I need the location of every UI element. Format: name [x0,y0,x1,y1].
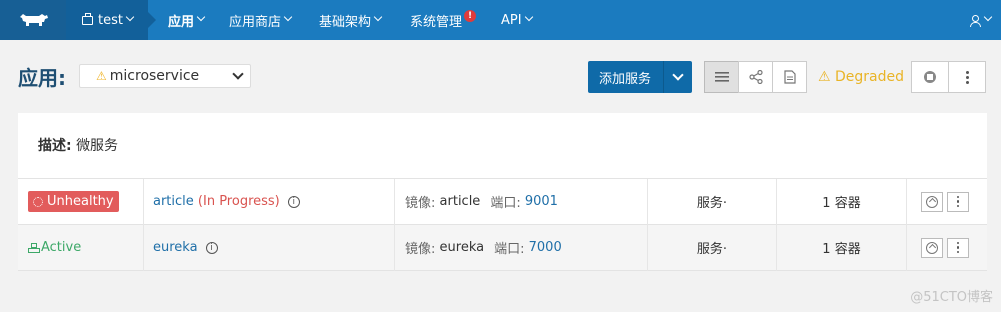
chevron-down-icon [232,68,244,80]
user-icon [970,14,981,27]
services-table: Unhealthy article (In Progress) i 镜像: ar… [18,178,987,271]
rancher-logo[interactable] [0,0,66,40]
chevron-down-icon [983,12,993,22]
more-dots-icon [956,241,960,254]
description-panel: 描述: 微服务 [18,113,987,179]
info-icon[interactable]: i [205,241,218,254]
table-row: Active eureka i 镜像: eureka 端口: 7000 服务· … [18,224,987,271]
chevron-down-icon [283,12,293,22]
upgrade-button[interactable] [921,237,943,258]
nav-item-api[interactable]: API [501,0,533,40]
list-icon [714,72,729,82]
environment-name: test [98,12,123,28]
nav-item-catalog[interactable]: 应用商店 [229,0,293,40]
upgrade-button[interactable] [921,191,943,212]
service-type: 服务· [648,178,777,225]
stack-selector[interactable]: ⚠ microservice [79,64,251,88]
stack-name: microservice [109,68,200,84]
description-label: 描述: [38,138,72,154]
port-value[interactable]: 7000 [529,240,562,255]
nav-item-apps[interactable]: 应用 [168,0,206,40]
upgrade-icon [926,195,938,208]
page-title: 应用: [18,66,66,90]
stack-state: ⚠ Degraded [818,69,905,85]
file-icon [783,70,796,84]
container-count: 1 容器 [777,224,907,271]
spinner-icon [33,196,43,207]
graph-view-button[interactable] [738,61,773,93]
nav-item-admin[interactable]: 系统管理 ! [410,0,477,40]
table-row: Unhealthy article (In Progress) i 镜像: ar… [18,178,987,225]
watermark: @51CTO博客 [910,290,993,305]
service-type: 服务· [648,224,777,271]
environment-switcher[interactable]: test [66,0,156,40]
user-menu[interactable] [970,0,993,40]
service-name-link[interactable]: article [153,194,194,209]
status-badge: Active [28,240,81,255]
briefcase-icon [82,12,93,25]
image-value: eureka [439,240,485,255]
chevron-down-icon[interactable] [672,69,684,81]
service-name-link[interactable]: eureka [153,240,198,255]
more-dots-icon [965,70,969,74]
alert-badge: ! [464,10,477,22]
add-service-button[interactable]: 添加服务 [588,61,692,93]
image-value: article [439,194,481,209]
warning-icon: ⚠ [818,69,831,85]
info-icon[interactable]: i [287,195,300,208]
chevron-down-icon [373,12,383,22]
more-dots-icon [956,195,960,208]
warning-icon: ⚠ [96,69,107,83]
description-value: 微服务 [76,138,119,154]
row-more-button[interactable] [947,191,969,212]
stop-button[interactable] [911,61,949,93]
cow-logo-icon [20,14,48,26]
progress-text: (In Progress) [197,194,280,209]
row-more-button[interactable] [947,237,969,258]
chevron-down-icon [196,12,206,22]
share-graph-icon [748,70,763,84]
upgrade-icon [926,241,938,254]
port-value[interactable]: 9001 [525,194,558,209]
add-service-label: 添加服务 [599,71,652,87]
top-nav: test 应用 应用商店 基础架构 系统管理 ! API [0,0,1001,40]
chevron-down-icon [125,12,135,22]
more-actions-button[interactable] [948,61,986,93]
status-badge: Unhealthy [28,191,119,212]
nav-item-infrastructure[interactable]: 基础架构 [319,0,383,40]
list-view-button[interactable] [704,61,739,93]
chevron-down-icon [524,12,533,22]
view-mode-group [704,61,807,93]
stop-icon [924,71,936,83]
compose-file-button[interactable] [772,61,807,93]
network-icon [28,243,40,253]
container-count: 1 容器 [777,178,907,225]
